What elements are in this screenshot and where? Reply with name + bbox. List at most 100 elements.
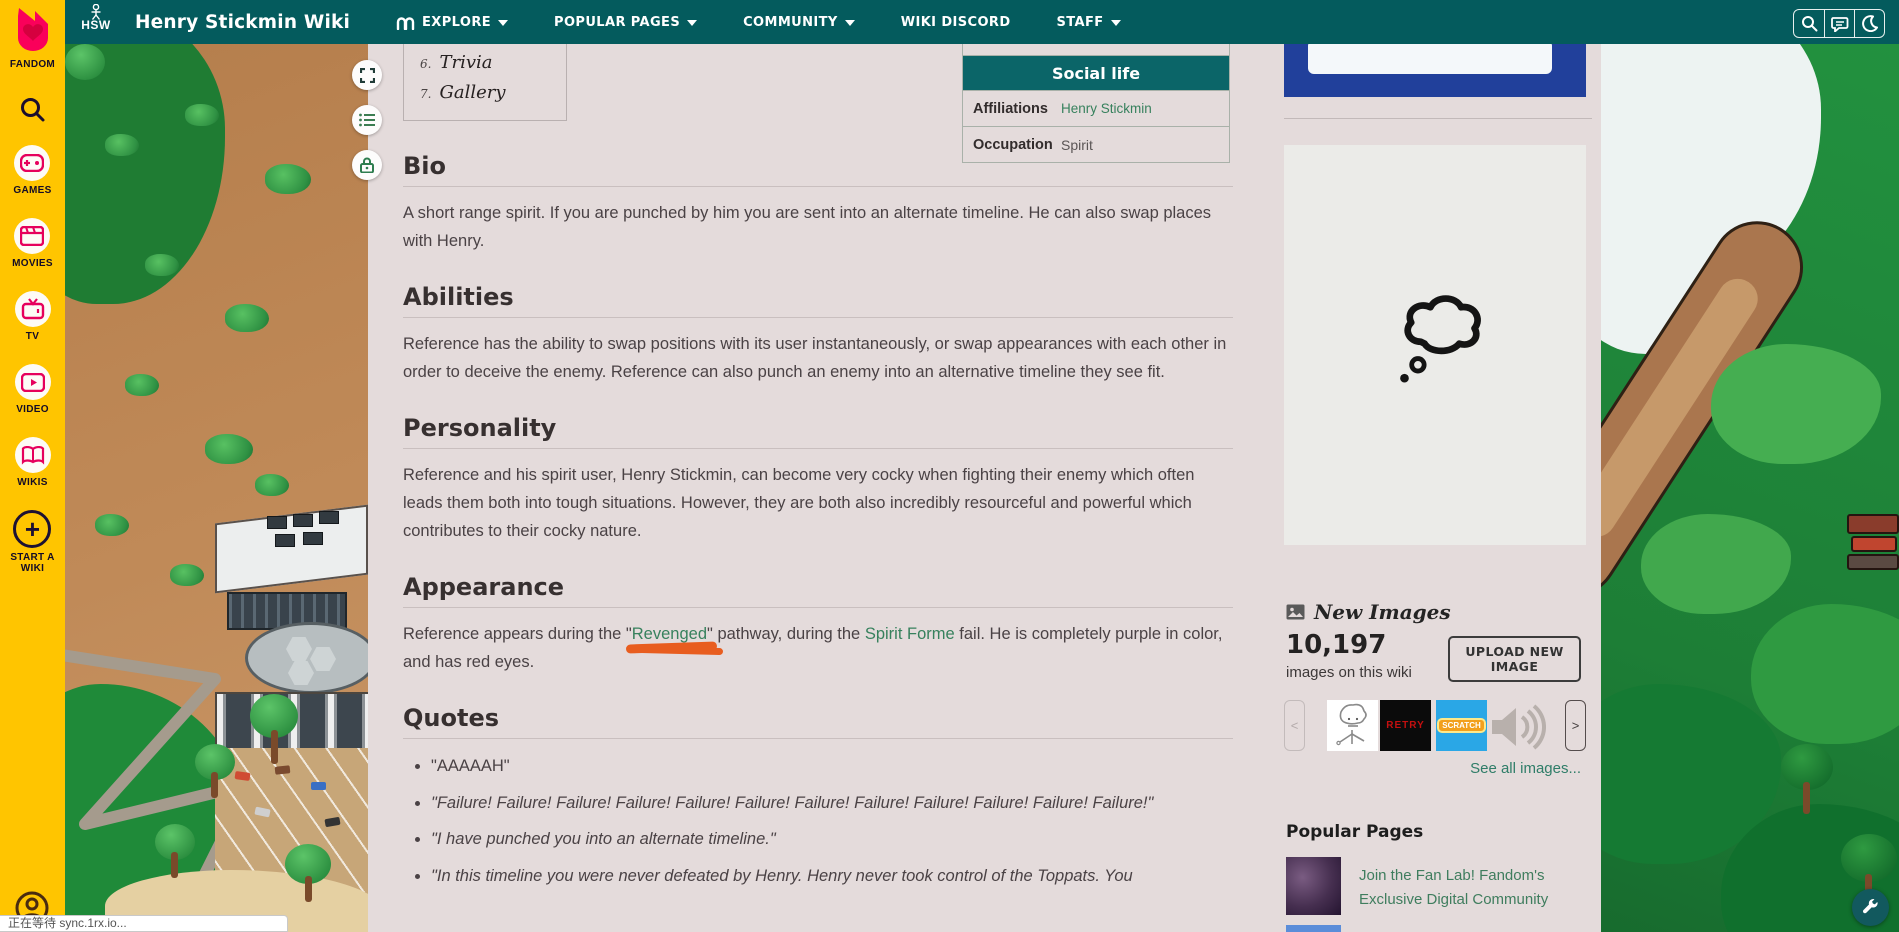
sidebar-item-label: MOVIES: [12, 258, 53, 269]
image-icon: [1286, 604, 1305, 620]
start-wiki-label-2: WIKI: [20, 563, 45, 574]
retry-text: RETRY: [1386, 720, 1425, 731]
new-images-title: New Images: [1314, 600, 1451, 624]
quote-item: "Failure! Failure! Failure! Failure! Fai…: [431, 790, 1233, 818]
sidebar-item-wikis[interactable]: WIKIS: [14, 437, 51, 488]
carousel-prev-button[interactable]: <: [1284, 700, 1305, 751]
sidebar-item-tv[interactable]: TV: [14, 291, 51, 342]
discussions-icon: [1830, 16, 1848, 32]
menu-staff[interactable]: STAFF: [1057, 15, 1121, 30]
right-rail: New Images 10,197 images on this wiki UP…: [1284, 40, 1592, 932]
wiki-header-bar: HSW Henry Stickmin Wiki EXPLORE POPULAR …: [65, 0, 1899, 44]
sidebar-search[interactable]: [19, 96, 46, 123]
upload-new-image-button[interactable]: UPLOAD NEW IMAGE: [1448, 636, 1581, 682]
sidebar-item-movies[interactable]: MOVIES: [12, 218, 53, 269]
fandom-flame-icon: [17, 8, 48, 51]
header-discussions-button[interactable]: [1824, 10, 1854, 37]
background-train: [1847, 514, 1899, 572]
fandom-brand-label: FANDOM: [9, 59, 56, 70]
thought-bubble-icon: [1400, 295, 1481, 383]
chevron-down-icon: [1110, 19, 1121, 26]
menu-wiki-discord[interactable]: WIKI DISCORD: [901, 15, 1011, 30]
section-heading-appearance: Appearance: [403, 573, 1233, 608]
sidebar-item-label: GAMES: [13, 185, 52, 196]
appearance-paragraph: Reference appears during the "Revenged" …: [403, 620, 1233, 676]
sidebar-item-games[interactable]: GAMES: [13, 145, 51, 196]
menu-label: STAFF: [1056, 14, 1104, 30]
clipped-blue-element: [1286, 925, 1341, 932]
abilities-paragraph: Reference has the ability to swap positi…: [403, 335, 1227, 381]
sidebar-item-label: TV: [25, 331, 40, 342]
page: FANDOM GAMES MOVIES TV VIDEO WIKIS + STA…: [0, 0, 1899, 932]
image-thumb-retry[interactable]: RETRY: [1380, 700, 1431, 751]
sidebar-item-label: WIKIS: [17, 477, 48, 488]
popular-pages-title: Popular Pages: [1286, 822, 1424, 842]
quote-item: "In this timeline you were never defeate…: [431, 863, 1233, 891]
plus-icon: +: [13, 510, 52, 548]
menu-label: COMMUNITY: [743, 14, 838, 30]
wiki-title[interactable]: Henry Stickmin Wiki: [135, 12, 350, 33]
image-thumb-audio[interactable]: [1490, 704, 1546, 750]
expand-toc-button[interactable]: [352, 60, 382, 90]
fullscreen-icon: [359, 67, 375, 83]
fandom-logo[interactable]: [13, 6, 53, 57]
menu-popular-pages[interactable]: POPULAR PAGES: [554, 15, 698, 30]
start-a-wiki-button[interactable]: + START A WIKI: [10, 510, 54, 574]
chevron-left-icon: <: [1290, 718, 1299, 733]
header-search-button[interactable]: [1794, 10, 1824, 37]
protected-page-button[interactable]: [352, 150, 382, 180]
section-heading-personality: Personality: [403, 414, 1233, 449]
sidebar-item-video[interactable]: VIDEO: [14, 364, 51, 415]
fandom-sidebar: FANDOM GAMES MOVIES TV VIDEO WIKIS + STA…: [0, 0, 65, 932]
chevron-down-icon: [844, 19, 855, 26]
open-book-icon: [21, 445, 44, 465]
revenged-link-with-marker[interactable]: Revenged: [632, 625, 707, 643]
see-all-images-link[interactable]: See all images...: [1284, 760, 1581, 777]
contents-list-button[interactable]: [352, 105, 382, 135]
menu-community[interactable]: COMMUNITY: [743, 15, 855, 30]
chevron-down-icon: [687, 19, 698, 26]
tv-icon: [21, 298, 44, 320]
dark-mode-moon-icon: [1862, 15, 1878, 32]
quote-item: "AAAAAH": [431, 753, 1233, 781]
search-icon: [21, 98, 45, 122]
section-heading-quotes: Quotes: [403, 704, 1233, 739]
menu-explore[interactable]: EXPLORE: [396, 15, 509, 30]
lock-icon: [360, 157, 374, 173]
chevron-right-icon: >: [1571, 718, 1580, 733]
image-thumb-stickman[interactable]: [1327, 700, 1378, 751]
new-images-header: New Images: [1286, 600, 1451, 624]
article-body: Bio A short range spirit. If you are pun…: [403, 44, 1233, 932]
fandom-arches-icon: [396, 16, 415, 30]
wrench-icon: [1862, 899, 1878, 914]
section-heading-bio: Bio: [403, 152, 1233, 187]
ad-banner-card: [1308, 40, 1552, 74]
scratch-logo-text: SCRATCH: [1437, 718, 1486, 733]
stickman-drawing-icon: [1336, 703, 1367, 746]
header-action-group: [1793, 9, 1885, 38]
chevron-down-icon: [498, 19, 509, 26]
fan-lab-thumbnail[interactable]: [1286, 857, 1341, 915]
quote-item: "I have punched you into an alternate ti…: [431, 826, 1233, 854]
ad-banner: [1284, 40, 1586, 97]
start-wiki-label-1: START A: [10, 552, 55, 563]
image-count: 10,197: [1286, 630, 1387, 660]
customize-tools-button[interactable]: [1852, 889, 1889, 926]
spirit-forme-link[interactable]: Spirit Forme: [865, 625, 955, 643]
search-icon: [1801, 16, 1817, 32]
section-heading-abilities: Abilities: [403, 283, 1233, 318]
clapperboard-icon: [20, 226, 45, 246]
image-thumb-scratch[interactable]: SCRATCH: [1436, 700, 1487, 751]
sidebar-item-label: VIDEO: [16, 404, 49, 415]
wiki-logo[interactable]: HSW: [79, 4, 113, 40]
fan-lab-link[interactable]: Join the Fan Lab! Fandom's Exclusive Dig…: [1359, 864, 1569, 912]
video-play-icon: [20, 372, 45, 392]
image-count-caption: images on this wiki: [1286, 664, 1412, 681]
carousel-next-button[interactable]: >: [1565, 700, 1586, 751]
media-preview-panel[interactable]: [1284, 145, 1586, 545]
speaker-icon: [1492, 704, 1546, 750]
menu-label: WIKI DISCORD: [900, 14, 1011, 30]
header-dark-mode-button[interactable]: [1854, 10, 1884, 37]
list-icon: [359, 113, 375, 127]
gamepad-icon: [20, 154, 45, 172]
